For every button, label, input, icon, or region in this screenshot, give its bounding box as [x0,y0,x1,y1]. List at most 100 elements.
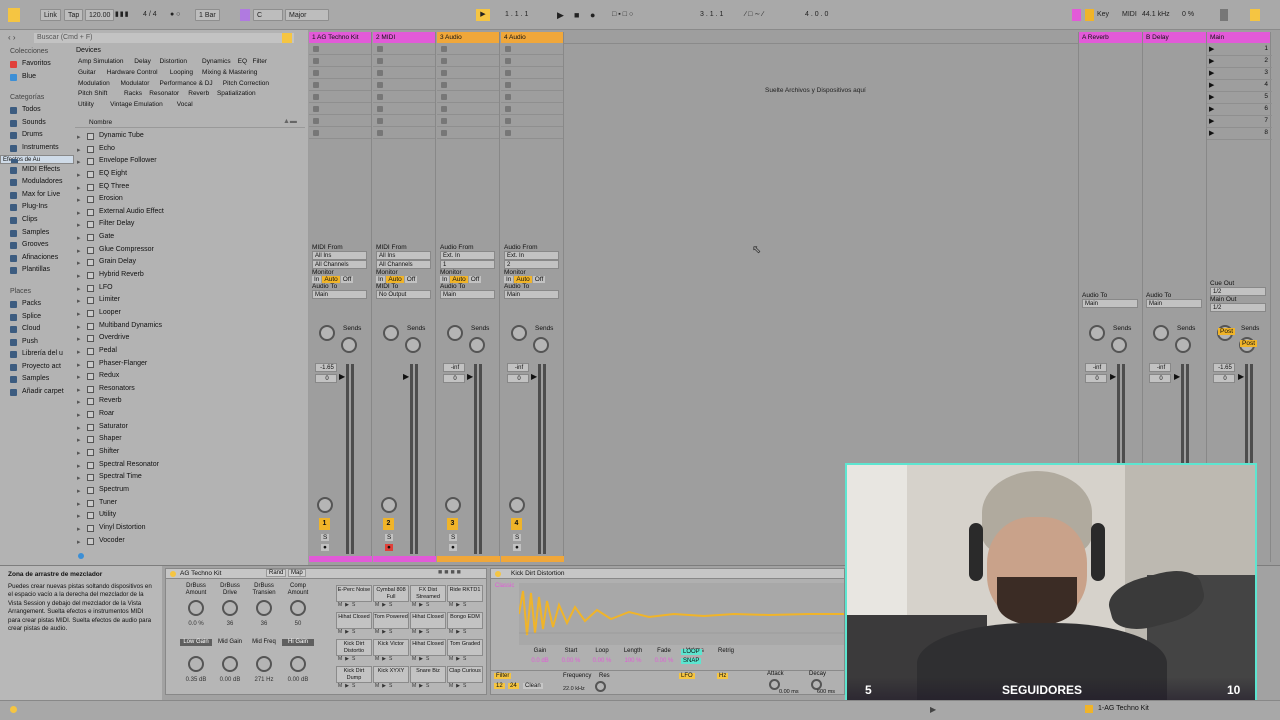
file-item[interactable]: ▸ Phaser-Flanger [75,358,305,371]
file-item[interactable]: ▸ Grain Delay [75,256,305,269]
place-6[interactable]: Samples [0,373,74,386]
category-2[interactable]: Drums [0,129,74,142]
clip-slot[interactable] [373,55,435,67]
clip-slot[interactable] [373,67,435,79]
clip-slot[interactable] [437,127,499,139]
device-tag[interactable]: Modulator [121,80,150,87]
device-tag[interactable]: Filter [253,58,267,65]
volume-field[interactable]: -1.65 [315,363,337,372]
io-source-select[interactable]: Ext. In [440,251,495,260]
volume-field[interactable]: -1.65 [1213,363,1235,372]
file-item[interactable]: ▸ Looper [75,307,305,320]
device-tag[interactable]: Spatialization [217,90,256,97]
scene-row[interactable]: ▶ 5 [1207,92,1272,104]
clip-stop-icon[interactable] [313,106,319,112]
place-5[interactable]: Proyecto act [0,361,74,374]
clip-slot[interactable] [309,115,371,127]
macro-knob[interactable] [188,656,204,672]
output-select[interactable]: Main [1146,299,1202,308]
place-2[interactable]: Cloud [0,323,74,336]
send-a-knob[interactable] [319,325,335,341]
output-select[interactable]: Main [312,290,367,299]
macro-value[interactable]: 271 Hz [248,677,280,684]
file-item[interactable]: ▸ Erosion [75,193,305,206]
view-toggle-icon[interactable] [1250,9,1260,21]
file-item[interactable]: ▸ Tuner [75,497,305,510]
track-header[interactable]: B Delay [1143,32,1206,43]
macro-value[interactable]: 36 [248,621,280,628]
device-tag[interactable]: Pitch Shift [78,90,107,97]
monitor-in[interactable]: In [504,276,514,283]
clip-slot[interactable] [373,43,435,55]
category-1[interactable]: Sounds [0,117,74,130]
drum-pad[interactable]: Hihat Closed [410,612,446,629]
monitor-off[interactable]: Off [532,276,546,283]
scale-icon[interactable] [240,9,250,21]
clip-stop-icon[interactable] [505,106,511,112]
macro-value[interactable]: 0.00 dB [214,677,246,684]
file-item[interactable]: ▸ Filter Delay [75,218,305,231]
file-item[interactable]: ▸ Limiter [75,294,305,307]
macro-knob[interactable] [222,656,238,672]
scene-launch-icon[interactable]: ▶ [1209,81,1214,89]
volume-field[interactable]: -inf [1085,363,1107,372]
track-header[interactable]: 1 AG Techno Kit [309,32,371,43]
clip-slot[interactable] [309,79,371,91]
macro-knob[interactable] [290,600,306,616]
file-item[interactable]: ▸ Reverb [75,395,305,408]
loop-start[interactable]: 3 . 1 . 1 [700,9,723,21]
clip-slot[interactable] [437,103,499,115]
nav-arrows-icon[interactable]: ‹ › [8,33,16,42]
drum-pad[interactable]: Kick Dirt Distortio [336,639,372,656]
clip-slot[interactable] [501,115,563,127]
io-channel-select[interactable]: All Channels [312,260,367,269]
drum-pad[interactable]: Hihat Closed [336,612,372,629]
clip-stop-icon[interactable] [441,70,447,76]
place-0[interactable]: Packs [0,298,74,311]
category-13[interactable]: Plantillas [0,264,74,277]
device-tag[interactable]: Distortion [160,58,187,65]
scene-row[interactable]: ▶ 4 [1207,80,1272,92]
place-3[interactable]: Push [0,336,74,349]
scene-row[interactable]: ▶ 6 [1207,104,1272,116]
scene-row[interactable]: ▶ 7 [1207,116,1272,128]
filter-toggle[interactable]: Filter [494,673,512,679]
solo-button[interactable]: S [513,534,522,541]
key-select[interactable]: C [253,9,283,21]
clip-stop-icon[interactable] [313,46,319,52]
clip-stop-icon[interactable] [441,106,447,112]
scene-launch-icon[interactable]: ▶ [1209,93,1214,101]
device-tag[interactable]: Hardware Control [107,69,158,76]
send-a-knob[interactable] [447,325,463,341]
send-b-knob[interactable] [405,337,421,353]
place-1[interactable]: Splice [0,311,74,324]
song-position[interactable]: 1 . 1 . 1 [505,9,528,21]
track-header[interactable]: 4 Audio [501,32,563,43]
file-item[interactable]: ▸ Overdrive [75,332,305,345]
clip-stop-icon[interactable] [377,130,383,136]
snap-toggle[interactable]: SNAP [681,658,702,664]
file-item[interactable]: ▸ Redux [75,370,305,383]
volume-fader-icon[interactable]: ▶ [1110,372,1116,381]
device-power-icon[interactable] [170,571,176,577]
drum-pad[interactable]: Bongo EDM [447,612,483,629]
clip-slot[interactable] [373,79,435,91]
scale-select[interactable]: Major [285,9,329,21]
clip-stop-icon[interactable] [505,70,511,76]
clip-stop-icon[interactable] [377,58,383,64]
pencil-icon[interactable] [1072,9,1081,21]
device-tag[interactable]: Utility [78,101,94,108]
category-11[interactable]: Grooves [0,239,74,252]
track-activator[interactable]: 3 [447,518,458,530]
output-select[interactable]: No Output [376,290,431,299]
res-knob[interactable] [595,681,606,692]
clip-stop-icon[interactable] [377,82,383,88]
clip-slot[interactable] [501,67,563,79]
file-item[interactable]: ▸ Spectral Time [75,471,305,484]
device-tag[interactable]: Amp Simulation [78,58,124,65]
file-item[interactable]: ▸ Vinyl Distortion [75,522,305,535]
category-12[interactable]: Afinaciones [0,252,74,265]
clip-stop-icon[interactable] [441,94,447,100]
pan-field[interactable]: 0 [507,374,529,383]
track-pan-knob[interactable] [509,497,525,513]
